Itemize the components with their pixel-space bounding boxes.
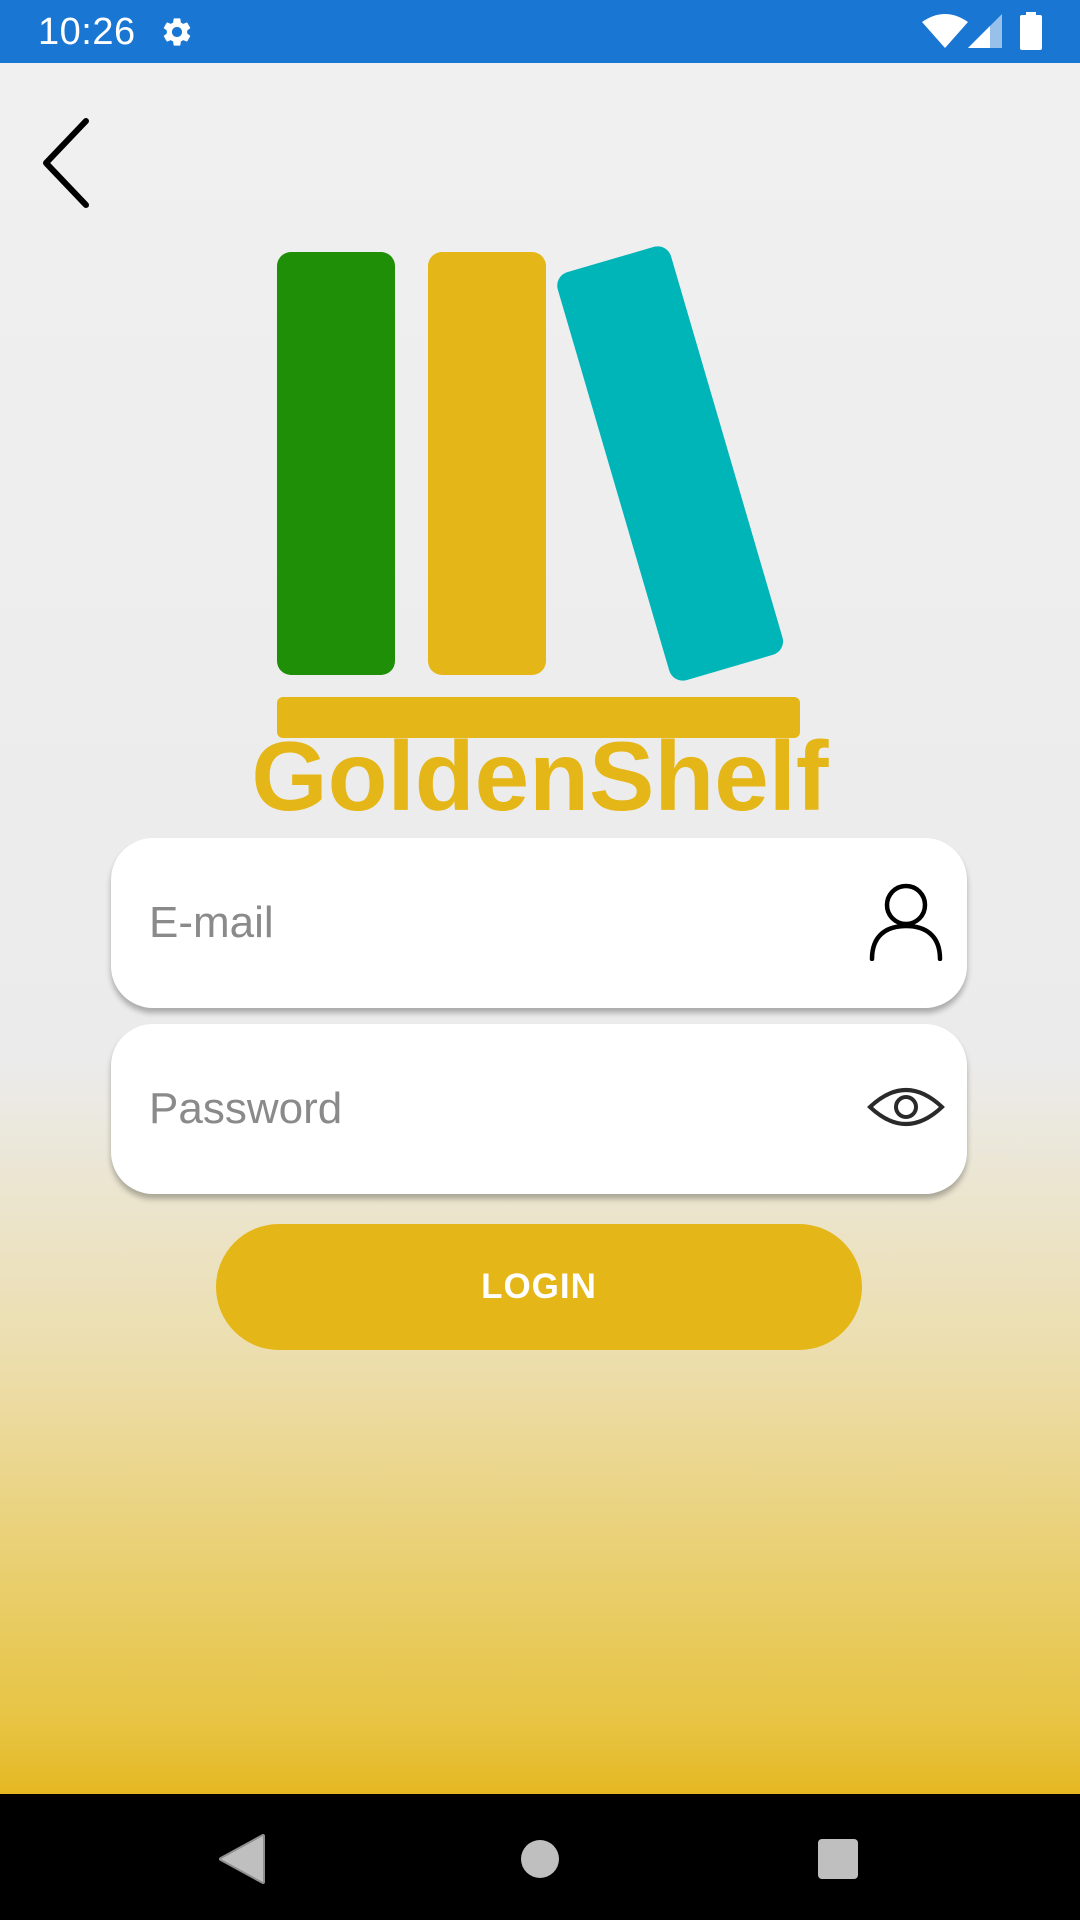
eye-icon[interactable] [867,1069,945,1147]
back-button[interactable] [30,113,102,213]
password-field[interactable] [111,1024,967,1194]
logo-teal-book [557,246,784,681]
email-input[interactable] [149,838,839,1008]
home-circle-icon[interactable] [505,1824,575,1894]
wifi-icon [922,14,968,48]
login-screen: GoldenShelf LOGIN [0,63,1080,1794]
recents-square-icon[interactable] [803,1824,873,1894]
status-time: 10:26 [38,11,136,53]
settings-icon [163,18,191,46]
chevron-left-icon [43,118,89,208]
logo-gold-book [428,252,546,675]
app-logo [277,246,800,738]
logo-green-book [277,252,395,675]
password-input[interactable] [149,1024,839,1194]
app-title: GoldenShelf [251,721,829,831]
signal-icon [968,14,1002,48]
login-button[interactable]: LOGIN [216,1224,862,1350]
back-triangle-icon[interactable] [205,1824,275,1894]
status-bar: 10:26 [0,0,1080,63]
battery-icon [1020,12,1042,50]
user-icon [869,883,943,961]
system-nav-bar [0,1794,1080,1920]
email-field[interactable] [111,838,967,1008]
